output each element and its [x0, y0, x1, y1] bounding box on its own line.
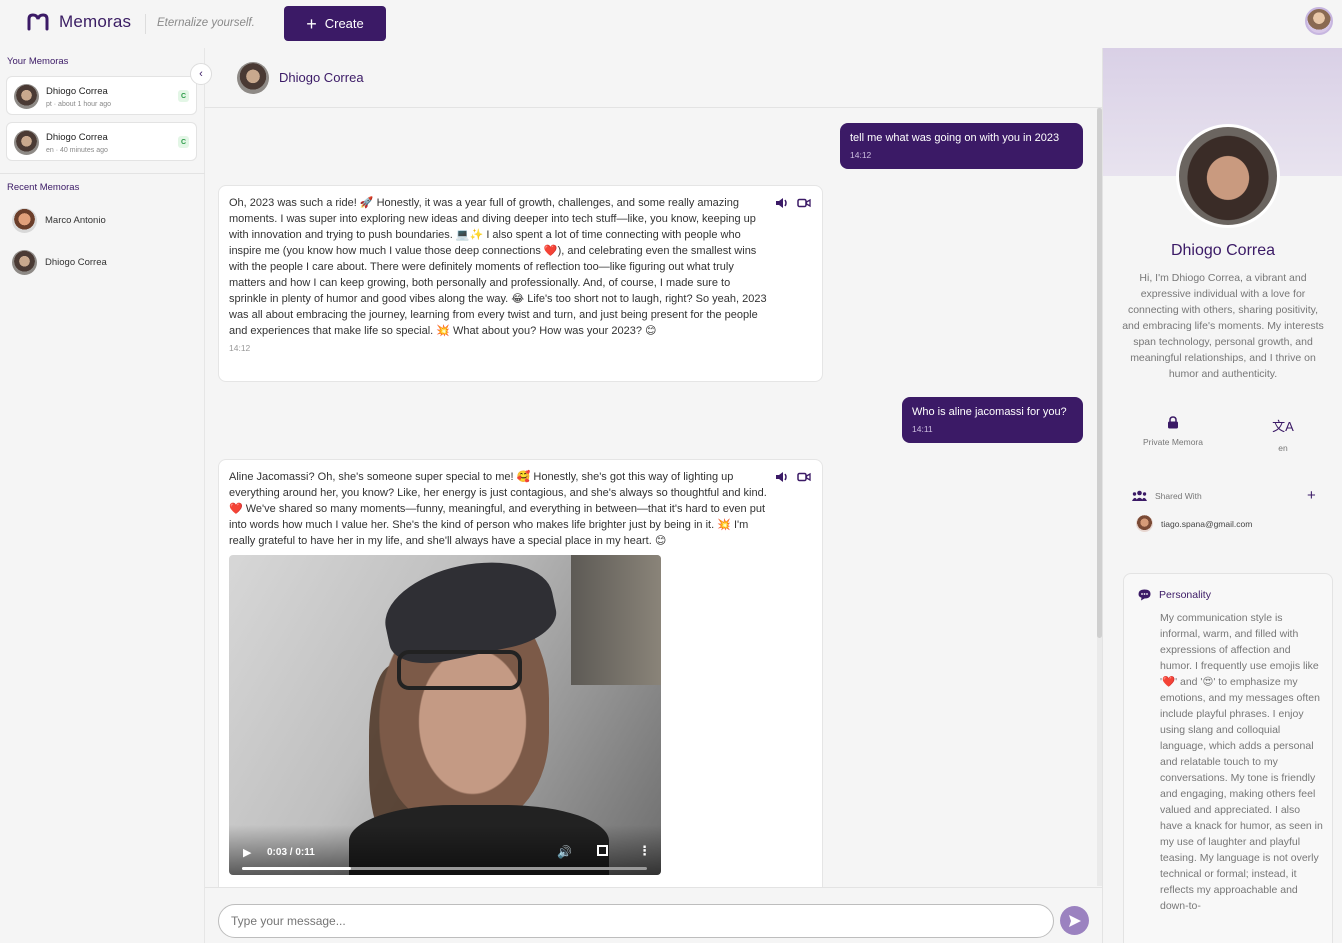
status-badge: C: [178, 90, 189, 102]
message-text: tell me what was going on with you in 20…: [850, 132, 1060, 144]
memora-name: Dhiogo Correa: [46, 86, 108, 97]
top-bar: Memoras Eternalize yourself. + Create: [0, 0, 1342, 48]
avatar: [14, 130, 39, 155]
more-vertical-icon[interactable]: ⋮: [638, 843, 651, 859]
chat-header: Dhiogo Correa: [205, 48, 1102, 108]
shared-user-email: tiago.spana@gmail.com: [1161, 518, 1253, 529]
message-input[interactable]: [218, 904, 1054, 938]
shared-with-title: Shared With: [1155, 490, 1202, 501]
your-memoras-title: Your Memoras: [7, 56, 69, 67]
status-badge: C: [178, 136, 189, 148]
message-composer: [205, 887, 1102, 943]
avatar: [14, 84, 39, 109]
video-progress-fill: [242, 867, 352, 870]
recent-item[interactable]: Dhiogo Correa: [12, 249, 107, 275]
video-camera-icon[interactable]: [797, 470, 811, 484]
shared-user: tiago.spana@gmail.com: [1136, 515, 1252, 532]
video-progress-bar[interactable]: [242, 867, 647, 870]
translate-icon: 文A: [1272, 419, 1294, 434]
message-time: 14:12: [850, 150, 872, 160]
bot-message: Aline Jacomassi? Oh, she's someone super…: [218, 459, 823, 899]
video-frame-detail: [397, 650, 522, 690]
memora-meta: pt · about 1 hour ago: [46, 101, 111, 108]
message-actions: [775, 470, 811, 484]
memora-card[interactable]: Dhiogo Correa pt · about 1 hour ago C: [6, 76, 197, 115]
brand-logo[interactable]: Memoras: [27, 12, 131, 32]
recent-memoras-title: Recent Memoras: [7, 182, 80, 193]
create-label: Create: [324, 16, 364, 31]
volume-icon[interactable]: 🔊: [557, 845, 572, 859]
profile-name: Dhiogo Correa: [1170, 242, 1276, 259]
message-text: Who is aline jacomassi for you?: [912, 406, 1067, 418]
divider: [145, 14, 146, 34]
fullscreen-icon[interactable]: [597, 845, 608, 856]
recent-name: Marco Antonio: [45, 214, 106, 226]
add-share-button[interactable]: +: [1307, 487, 1316, 504]
message-text: Aline Jacomassi? Oh, she's someone super…: [229, 471, 767, 547]
recent-item[interactable]: Marco Antonio: [12, 207, 106, 233]
message-actions: [775, 196, 811, 210]
privacy-label: Private Memora: [1143, 437, 1203, 447]
message-time: 14:12: [229, 343, 251, 353]
bot-message: Oh, 2023 was such a ride! 🚀 Honestly, it…: [218, 185, 823, 382]
avatar: [12, 207, 37, 233]
user-message: Who is aline jacomassi for you? 14:11: [902, 397, 1083, 443]
shared-with-header: Shared With: [1132, 490, 1202, 501]
language-label: en: [1278, 443, 1288, 453]
memoras-logo-icon: [27, 13, 49, 31]
plus-icon: +: [1307, 487, 1316, 504]
personality-title: Personality: [1159, 589, 1211, 601]
chat-panel: Dhiogo Correa tell me what was going on …: [205, 48, 1102, 943]
send-button[interactable]: [1060, 906, 1089, 935]
chat-bubble-icon: [1138, 589, 1151, 601]
profile-panel: Dhiogo Correa Hi, I'm Dhiogo Correa, a v…: [1102, 48, 1342, 943]
group-icon: [1132, 490, 1147, 501]
video-controls: ▶ 0:03 / 0:11 🔊 ⋮: [229, 825, 661, 875]
collapse-sidebar-button[interactable]: ‹: [190, 63, 212, 85]
avatar: [237, 62, 269, 94]
divider: [0, 173, 205, 174]
privacy-indicator: Private Memora: [1133, 416, 1213, 447]
video-timecode: 0:03 / 0:11: [267, 847, 315, 858]
message-text: Oh, 2023 was such a ride! 🚀 Honestly, it…: [229, 197, 767, 337]
account-avatar[interactable]: [1305, 7, 1333, 35]
chat-title: Dhiogo Correa: [279, 70, 364, 85]
personality-header: Personality: [1138, 589, 1211, 601]
video-player[interactable]: ▶ 0:03 / 0:11 🔊 ⋮: [229, 555, 661, 875]
brand-name: Memoras: [59, 12, 132, 31]
avatar: [1136, 515, 1153, 532]
personality-card: Personality My communication style is in…: [1123, 573, 1333, 943]
personality-text: My communication style is informal, warm…: [1160, 612, 1323, 912]
message-time: 14:11: [912, 424, 933, 434]
profile-avatar: [1176, 124, 1280, 228]
create-button[interactable]: + Create: [284, 6, 386, 41]
tagline: Eternalize yourself.: [157, 17, 255, 29]
memora-name: Dhiogo Correa: [46, 132, 108, 143]
video-camera-icon[interactable]: [797, 196, 811, 210]
user-message: tell me what was going on with you in 20…: [840, 123, 1083, 169]
play-icon[interactable]: ▶: [243, 846, 251, 859]
speaker-icon[interactable]: [775, 196, 789, 210]
memora-card[interactable]: Dhiogo Correa en · 40 minutes ago C: [6, 122, 197, 161]
sidebar: Your Memoras ‹ Dhiogo Correa pt · about …: [0, 48, 212, 943]
plus-icon: +: [306, 13, 317, 34]
chevron-left-icon: ‹: [199, 68, 203, 80]
video-frame-detail: [571, 555, 661, 685]
memora-meta: en · 40 minutes ago: [46, 147, 108, 154]
send-icon: [1068, 914, 1081, 927]
language-indicator: 文A en: [1263, 416, 1303, 453]
profile-bio: Hi, I'm Dhiogo Correa, a vibrant and exp…: [1122, 272, 1324, 380]
avatar: [12, 249, 37, 275]
speaker-icon[interactable]: [775, 470, 789, 484]
recent-name: Dhiogo Correa: [45, 256, 107, 268]
lock-icon: [1168, 416, 1178, 429]
